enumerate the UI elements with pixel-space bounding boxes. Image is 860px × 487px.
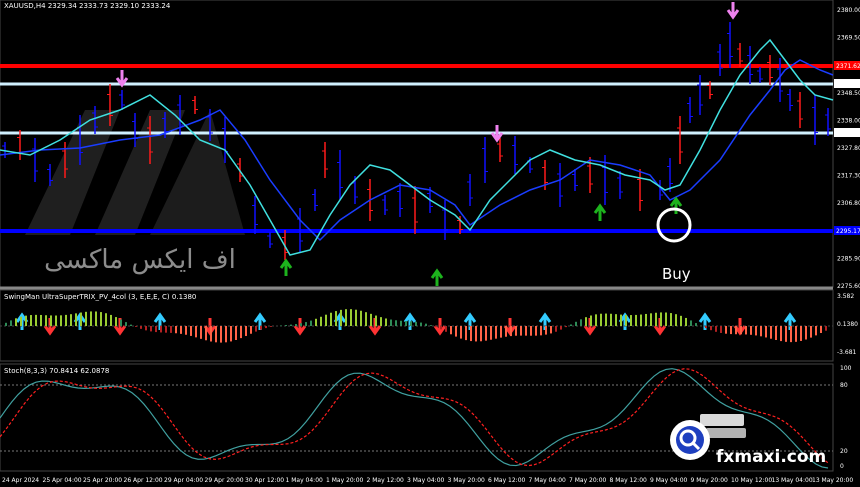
time-tick-label: 3 May 04:00	[407, 477, 445, 484]
price-tag-label: 2295.17	[836, 228, 860, 235]
time-tick-label: 24 Apr 2024	[2, 477, 39, 484]
time-tick-label: 9 May 04:00	[650, 477, 688, 484]
time-tick-label: 25 Apr 20:00	[83, 477, 122, 484]
price-tick-label: 2317.30	[837, 173, 860, 180]
time-tick-label: 9 May 20:00	[691, 477, 729, 484]
time-tick-label: 29 Apr 04:00	[164, 477, 203, 484]
watermark-text: اف ایکس ماکسی	[44, 245, 236, 275]
time-tick-label: 13 May 04:00	[772, 477, 813, 484]
price-tag-label: 2361.50	[836, 81, 860, 88]
time-tick-label: 1 May 20:00	[326, 477, 364, 484]
price-tick-label: 2327.80	[837, 145, 860, 152]
time-tick-label: 13 May 20:00	[812, 477, 853, 484]
brand-site-text: fxmaxi.com	[716, 447, 826, 467]
stoch-tick-label: 0	[840, 463, 844, 470]
stoch-title: Stoch(8,3,3) 70.8414 62.0878	[4, 367, 109, 375]
time-tick-label: 6 May 12:00	[488, 477, 526, 484]
symbol-header: XAUUSD,H4 2329.34 2333.73 2329.10 2333.2…	[4, 2, 171, 10]
time-tick-label: 2 May 12:00	[367, 477, 405, 484]
main-price-pane[interactable]	[0, 0, 834, 288]
price-axis: 2380.002369.502358.752348.502338.002327.…	[837, 7, 860, 470]
price-tick-label: 2275.60	[837, 283, 860, 290]
time-tick-label: 3 May 20:00	[448, 477, 486, 484]
buy-label: Buy	[662, 265, 691, 283]
time-tick-label: 26 Apr 12:00	[124, 477, 163, 484]
price-tick-label: 2306.80	[837, 200, 860, 207]
trix-tick-label: -3.681	[837, 349, 857, 356]
price-tick-label: 2380.00	[837, 7, 860, 14]
price-tick-label: 2338.00	[837, 117, 860, 124]
price-tick-label: 2285.90	[837, 255, 860, 262]
trix-tick-label: 0.1380	[837, 321, 858, 328]
stoch-tick-label: 20	[840, 448, 848, 455]
trix-title: SwingMan UltraSuperTRIX_PV_4col (3, E,E,…	[4, 293, 196, 301]
price-tag-label: 2333.06	[836, 130, 860, 137]
time-tick-label: 10 May 12:00	[731, 477, 772, 484]
trading-chart[interactable]: اف ایکس ماکسی Buy XAUUSD,H4 2329.34 2333…	[0, 0, 860, 487]
stoch-tick-label: 100	[840, 365, 852, 372]
stoch-tick-label: 80	[840, 382, 848, 389]
time-tick-label: 8 May 12:00	[610, 477, 648, 484]
time-tick-label: 1 May 04:00	[286, 477, 324, 484]
time-tick-label: 7 May 04:00	[529, 477, 567, 484]
price-tag-label: 2371.62	[836, 63, 860, 70]
time-tick-label: 25 Apr 04:00	[43, 477, 82, 484]
time-tick-label: 7 May 20:00	[569, 477, 607, 484]
price-tick-label: 2348.50	[837, 90, 860, 97]
price-tick-label: 2369.50	[837, 35, 860, 42]
time-axis: 24 Apr 2024 25 Apr 04:00 25 Apr 20:00 26 Ap…	[2, 477, 853, 484]
time-tick-label: 29 Apr 20:00	[205, 477, 244, 484]
time-tick-label: 30 Apr 12:00	[245, 477, 284, 484]
trix-tick-label: 3.582	[837, 293, 854, 300]
